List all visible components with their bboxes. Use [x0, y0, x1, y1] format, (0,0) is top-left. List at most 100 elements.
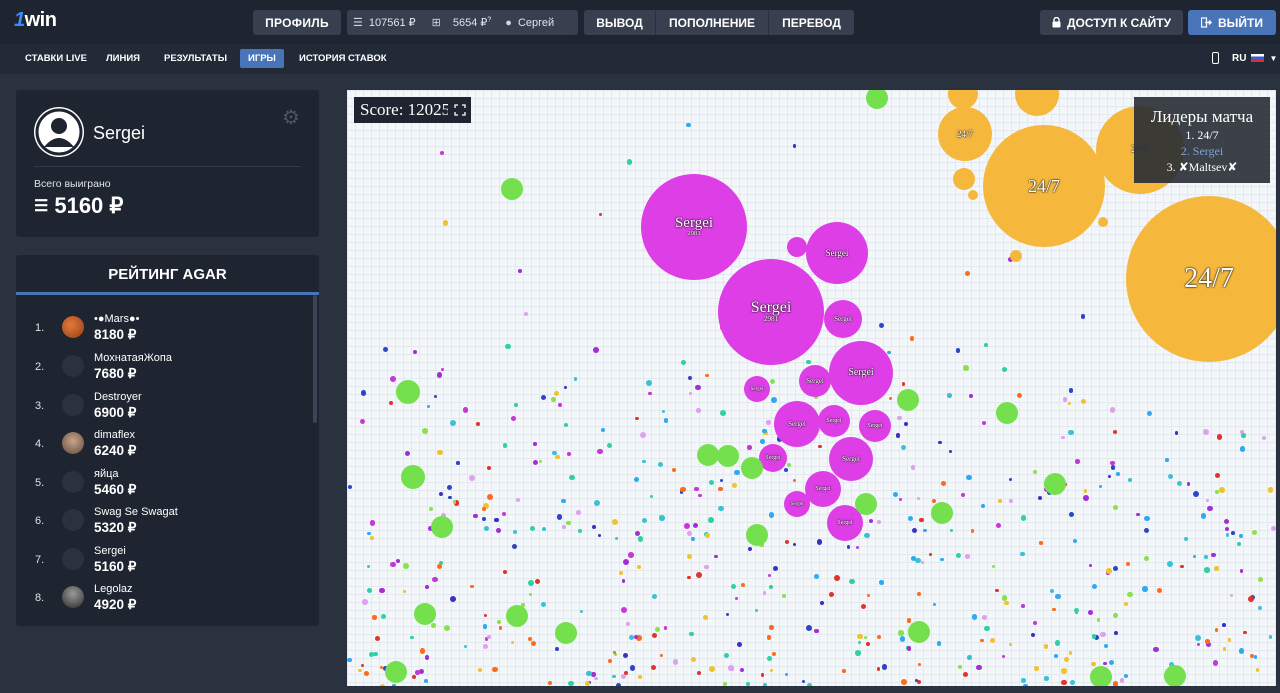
- food-pellet: [878, 322, 884, 328]
- food-pellet: [902, 382, 906, 386]
- food-pellet: [1127, 591, 1133, 598]
- food-pellet: [440, 367, 444, 371]
- enemy-cell: [1010, 250, 1022, 262]
- food-pellet: [623, 671, 629, 676]
- food-pellet: [1070, 680, 1076, 686]
- food-pellet: [833, 575, 840, 582]
- food-pellet: [762, 428, 767, 434]
- food-pellet: [555, 646, 559, 651]
- logout-button[interactable]: ВЫЙТИ: [1188, 10, 1276, 35]
- transfer-button[interactable]: ПЕРЕВОД: [769, 10, 854, 35]
- nav-bet-history[interactable]: ИСТОРИЯ СТАВОК: [291, 49, 395, 68]
- food-pellet: [563, 422, 568, 427]
- food-pellet: [1193, 554, 1197, 558]
- food-pellet: [378, 587, 385, 594]
- food-pellet: [786, 462, 791, 468]
- nav-results[interactable]: РЕЗУЛЬТАТЫ: [156, 49, 235, 68]
- rating-row[interactable]: 2. МохнатаяЖопа 7680 ₽: [16, 348, 311, 386]
- site-access-button[interactable]: ДОСТУП К САЙТУ: [1040, 10, 1183, 35]
- scrollbar[interactable]: [313, 295, 317, 423]
- rating-row[interactable]: 4. dimaflex 6240 ₽: [16, 425, 311, 463]
- food-pellet: [1037, 495, 1043, 501]
- flag-icon: [1251, 54, 1265, 62]
- fullscreen-icon: [453, 104, 466, 116]
- food-pellet: [686, 123, 691, 128]
- food-pellet: [1214, 628, 1218, 632]
- food-pellet: [1223, 519, 1229, 525]
- food-pellet: [1211, 552, 1217, 558]
- food-pellet: [1204, 555, 1208, 559]
- rating-row[interactable]: 3. Destroyer 6900 ₽: [16, 387, 311, 425]
- food-pellet: [510, 640, 515, 645]
- profile-card: Sergei ⚙ Всего выиграно ☰ 5160 ₽: [16, 90, 319, 237]
- food-pellet: [941, 481, 947, 487]
- food-pellet: [477, 668, 482, 673]
- food-pellet: [1068, 387, 1074, 393]
- food-pellet: [1050, 588, 1055, 593]
- food-pellet: [688, 392, 692, 396]
- food-pellet: [498, 626, 502, 630]
- food-pellet: [932, 498, 936, 503]
- enemy-cell: [1015, 90, 1059, 116]
- coins-icon: ☰: [34, 198, 49, 215]
- food-pellet: [468, 475, 475, 482]
- language-selector[interactable]: RU ▼: [1212, 52, 1277, 64]
- logo[interactable]: 1win: [14, 9, 57, 32]
- rating-row[interactable]: 7. Sergei 5160 ₽: [16, 541, 311, 579]
- photo-avatar: [62, 586, 84, 608]
- food-pellet: [1119, 678, 1125, 683]
- divider: [16, 292, 319, 295]
- fullscreen-button[interactable]: [448, 97, 471, 123]
- withdraw-button[interactable]: ВЫВОД: [584, 10, 656, 35]
- nav-games[interactable]: ИГРЫ: [240, 49, 284, 68]
- food-cell: [1090, 666, 1112, 686]
- gear-icon[interactable]: ⚙: [281, 108, 301, 128]
- food-pellet: [1157, 587, 1163, 593]
- deposit-button[interactable]: ПОПОЛНЕНИЕ: [656, 10, 769, 35]
- food-pellet: [1153, 646, 1159, 653]
- nav-live-bets[interactable]: СТАВКИ LIVE: [17, 49, 95, 68]
- food-pellet: [1146, 410, 1152, 416]
- food-pellet: [443, 624, 450, 631]
- food-pellet: [906, 618, 912, 623]
- username-label[interactable]: Сергей: [518, 17, 554, 29]
- food-pellet: [554, 454, 560, 460]
- food-pellet: [704, 564, 709, 570]
- mars-avatar: [62, 316, 84, 338]
- food-pellet: [962, 671, 968, 677]
- food-pellet: [760, 439, 766, 444]
- profile-button[interactable]: ПРОФИЛЬ: [253, 10, 341, 35]
- food-pellet: [369, 520, 375, 526]
- rating-row[interactable]: 8. Legolaz 4920 ₽: [16, 579, 311, 617]
- food-pellet: [659, 515, 664, 520]
- food-pellet: [1019, 551, 1025, 557]
- food-pellet: [895, 433, 901, 438]
- agar-game-canvas[interactable]: 24/724/724/724/7Sergei2981Sergei2981Serg…: [347, 90, 1276, 686]
- money-actions: ВЫВОД ПОПОЛНЕНИЕ ПЕРЕВОД: [584, 10, 854, 35]
- food-pellet: [389, 401, 394, 406]
- food-pellet: [1044, 676, 1049, 681]
- food-pellet: [623, 559, 630, 566]
- mobile-icon[interactable]: [1212, 52, 1219, 64]
- rating-row[interactable]: 5. яйца 5460 ₽: [16, 464, 311, 502]
- food-pellet: [637, 536, 644, 543]
- rating-row[interactable]: 6. Swag Se Swagat 5320 ₽: [16, 502, 311, 540]
- food-pellet: [898, 498, 902, 502]
- food-pellet: [382, 346, 388, 352]
- food-pellet: [1083, 494, 1089, 501]
- enemy-cell: [953, 168, 975, 190]
- food-pellet: [1236, 542, 1241, 547]
- food-pellet: [976, 664, 982, 671]
- food-pellet: [1123, 601, 1128, 606]
- nav-line[interactable]: ЛИНИЯ: [98, 49, 148, 68]
- food-pellet: [681, 360, 687, 366]
- food-pellet: [1034, 666, 1039, 671]
- rating-row[interactable]: 1. •●Mars●• 8180 ₽: [16, 309, 311, 347]
- divider: [34, 166, 301, 167]
- food-pellet: [579, 610, 583, 614]
- food-cell: [741, 457, 763, 479]
- food-pellet: [433, 394, 438, 399]
- food-pellet: [1214, 566, 1219, 571]
- food-pellet: [618, 570, 624, 576]
- food-pellet: [1103, 662, 1107, 666]
